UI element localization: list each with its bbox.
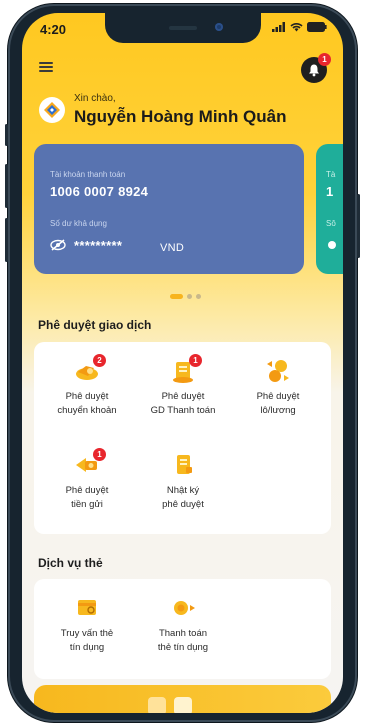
balance-label: Sô	[326, 219, 336, 228]
approvals-panel: 2 Phê duyệt chuyển khoản 1 Phê duyệt GD …	[34, 342, 331, 534]
approvals-section-title: Phê duyệt giao dịch	[38, 318, 152, 332]
tile-label-line1: Truy vấn thẻ	[60, 628, 114, 639]
signal-icon	[272, 22, 285, 32]
approval-badge: 2	[93, 354, 106, 367]
account-number: 1	[326, 184, 334, 199]
eye-hidden-icon[interactable]	[50, 239, 66, 251]
tile-label-line2: tiền gửi	[71, 499, 103, 510]
balance-label: Số dư khả dụng	[50, 219, 107, 228]
greeting-text: Xin chào,	[74, 93, 116, 104]
card-services-section-title: Dịch vụ thẻ	[38, 556, 103, 570]
tile-label-line2: phê duyệt	[162, 499, 204, 510]
tile-label-line1: Phê duyệt	[65, 391, 109, 402]
wifi-icon	[290, 23, 303, 32]
bank-logo-icon	[44, 102, 60, 118]
tile-label-line2: tín dụng	[69, 642, 105, 653]
tile-label-line2: thẻ tín dụng	[157, 642, 209, 653]
notification-badge: 1	[318, 53, 331, 66]
battery-icon	[307, 22, 327, 32]
credit-card-payment-icon	[174, 601, 195, 615]
approval-payroll-tile[interactable]: Phê duyệt lô/lương	[230, 358, 326, 418]
approval-badge: 1	[93, 448, 106, 461]
notification-button[interactable]: 1	[301, 53, 331, 83]
carousel-dot[interactable]	[196, 294, 201, 299]
bottom-navigation	[34, 685, 331, 713]
app-screen: 4:20 1 Xin chào, Nguyễn Hoàng Minh Quân …	[22, 13, 343, 713]
carousel-dot[interactable]	[187, 294, 192, 299]
tile-label-line1: Thanh toán	[158, 628, 208, 639]
tile-label-line1: Phê duyệt	[256, 391, 300, 402]
tile-label-line2: chuyển khoản	[57, 405, 117, 416]
carousel-dot-active[interactable]	[170, 294, 183, 299]
card-services-panel: Truy vấn thẻ tín dụng Thanh toán thẻ tín…	[34, 579, 331, 679]
approval-badge: 1	[189, 354, 202, 367]
approval-log-tile[interactable]: Nhật ký phê duyệt	[135, 452, 231, 512]
account-card-secondary[interactable]: Tà 1 Sô	[316, 144, 343, 274]
notch	[105, 13, 261, 43]
volume-down-button	[5, 218, 8, 262]
credit-card-inquiry-icon	[78, 600, 96, 615]
account-type-label: Tà	[326, 170, 336, 179]
user-name: Nguyễn Hoàng Minh Quân	[74, 107, 287, 126]
bank-logo-avatar	[39, 97, 65, 123]
approval-deposit-tile[interactable]: 1 Phê duyệt tiền gửi	[39, 448, 135, 512]
approval-transfer-tile[interactable]: 2 Phê duyệt chuyển khoản	[39, 354, 135, 418]
account-card[interactable]: Tài khoản thanh toán 1006 0007 8924 Số d…	[34, 144, 304, 274]
status-icons	[272, 22, 327, 32]
carousel-indicator	[170, 294, 201, 299]
status-time: 4:20	[40, 22, 67, 37]
account-type-label: Tài khoản thanh toán	[50, 170, 126, 179]
eye-hidden-icon[interactable]	[326, 239, 338, 251]
credit-card-inquiry-tile[interactable]: Truy vấn thẻ tín dụng	[39, 595, 135, 655]
credit-card-payment-tile[interactable]: Thanh toán thẻ tín dụng	[135, 595, 231, 655]
approval-log-icon	[177, 455, 192, 474]
bell-icon	[309, 64, 319, 77]
speaker	[169, 26, 197, 30]
qr-nav-icon[interactable]	[174, 697, 192, 713]
tile-label-line1: Nhật ký	[166, 485, 200, 496]
menu-icon[interactable]	[39, 62, 53, 72]
tile-label-line2: GD Thanh toán	[150, 405, 216, 416]
tile-label-line1: Phê duyệt	[65, 485, 109, 496]
approval-payment-tile[interactable]: 1 Phê duyệt GD Thanh toán	[135, 354, 231, 418]
volume-up-button	[5, 164, 8, 208]
home-nav-icon[interactable]	[148, 697, 166, 713]
power-button	[357, 194, 360, 258]
mute-switch	[5, 124, 8, 146]
tile-label-line1: Phê duyệt	[161, 391, 205, 402]
balance-currency: VND	[160, 242, 185, 254]
camera	[215, 23, 223, 31]
account-number: 1006 0007 8924	[50, 184, 149, 199]
tile-label-line2: lô/lương	[260, 405, 296, 416]
payroll-approval-icon	[267, 360, 289, 382]
balance-masked: *********	[74, 238, 123, 253]
